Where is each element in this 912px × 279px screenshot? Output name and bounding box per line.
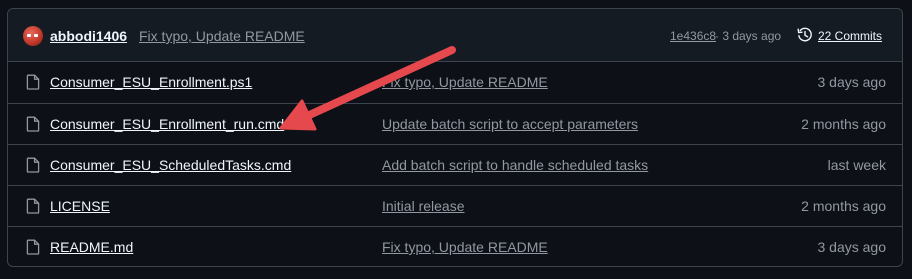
file-name-link[interactable]: Consumer_ESU_Enrollment.ps1 [50,74,252,90]
avatar[interactable] [23,26,43,46]
file-commit-message-link[interactable]: Fix typo, Update README [382,239,548,255]
avatar-eye-right [34,34,38,37]
file-row[interactable]: LICENSE Initial release 2 months ago [8,185,902,226]
commits-count-link[interactable]: 22 Commits [818,29,882,43]
file-commit-message-link[interactable]: Add batch script to handle scheduled tas… [382,157,648,173]
file-commit-message-link[interactable]: Update batch script to accept parameters [382,116,638,132]
file-list: Consumer_ESU_Enrollment.ps1 Fix typo, Upd… [8,62,902,266]
file-icon [26,157,40,173]
file-updated-time: 3 days ago [817,239,887,255]
file-commit-message-link[interactable]: Initial release [382,198,465,214]
commit-time: · 3 days ago [715,29,782,43]
file-row[interactable]: Consumer_ESU_ScheduledTasks.cmd Add batch… [8,144,902,185]
file-updated-time: 2 months ago [801,116,886,132]
file-updated-time: last week [827,157,886,173]
history-icon[interactable] [797,27,813,43]
file-browser-panel: abbodi1406 Fix typo, Update README 1e436… [7,8,903,267]
file-row[interactable]: Consumer_ESU_Enrollment.ps1 Fix typo, Upd… [8,62,902,103]
avatar-eye-left [27,34,31,37]
file-name-link[interactable]: README.md [50,239,133,255]
commit-author-link[interactable]: abbodi1406 [50,28,127,44]
file-row[interactable]: Consumer_ESU_Enrollment_run.cmd Update ba… [8,103,902,144]
file-icon [26,116,40,132]
file-name-link[interactable]: LICENSE [50,198,110,214]
file-row[interactable]: README.md Fix typo, Update README 3 days a… [8,226,902,266]
file-commit-message-link[interactable]: Fix typo, Update README [382,74,548,90]
file-icon [26,198,40,214]
file-name-link[interactable]: Consumer_ESU_ScheduledTasks.cmd [50,157,291,173]
file-icon [26,239,40,255]
file-updated-time: 3 days ago [817,74,887,90]
latest-commit-header: abbodi1406 Fix typo, Update README 1e436… [8,9,902,62]
file-name-link[interactable]: Consumer_ESU_Enrollment_run.cmd [50,116,284,132]
file-icon [26,74,40,90]
file-updated-time: 2 months ago [801,198,886,214]
commit-hash-link[interactable]: 1e436c8 [670,29,716,43]
latest-commit-message-link[interactable]: Fix typo, Update README [139,28,305,44]
